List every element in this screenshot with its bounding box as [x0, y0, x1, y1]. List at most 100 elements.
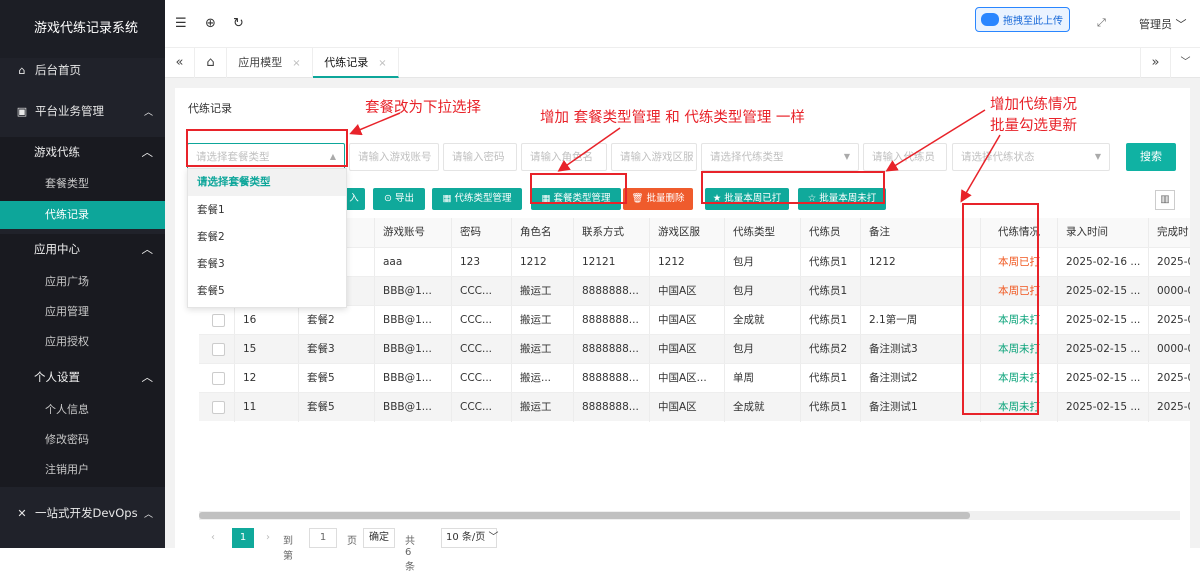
sidebar-item-package-type[interactable]: 套餐类型: [0, 167, 165, 201]
sidebar-item-home[interactable]: ⌂ 后台首页: [0, 57, 165, 83]
annotation-box-batch: [701, 171, 885, 204]
sidebar-item-business[interactable]: ▣ 平台业务管理 ︿: [0, 98, 165, 124]
chevron-up-icon: ︿: [141, 145, 154, 159]
sidebar-item-logout[interactable]: 注销用户: [0, 458, 165, 482]
input-placeholder: 请输入密码: [452, 151, 505, 163]
button-label: 代练类型管理: [454, 193, 512, 204]
tab-label: 代练记录: [324, 56, 369, 69]
checkbox-cell: [199, 364, 235, 393]
page-size-select[interactable]: 10 条/页 ﹀: [441, 528, 498, 548]
batch-delete-button[interactable]: 🗑 批量删除: [623, 188, 693, 210]
table-cell-booster: 代练员1: [801, 306, 861, 335]
role-input[interactable]: 请输入角色名: [521, 143, 607, 171]
refresh-icon[interactable]: ↻: [233, 16, 244, 31]
page-current[interactable]: 1: [232, 528, 254, 548]
grid-icon: ▣: [16, 104, 28, 118]
home-tab-icon[interactable]: ⌂: [195, 48, 227, 78]
upload-dropzone[interactable]: 拖拽至此上传: [975, 7, 1070, 32]
sidebar-item-devops[interactable]: ✕ 一站式开发DevOps ︿: [0, 500, 165, 526]
dropdown-option[interactable]: 套餐1: [188, 197, 346, 224]
sidebar-item-app-auth[interactable]: 应用授权: [0, 330, 165, 354]
annotation-text: 批量勾选更新: [990, 118, 1077, 134]
table-row[interactable]: 12 套餐5 BBB@1... CCC... 搬运... 8888888... 中国A区..…: [199, 363, 1190, 393]
table-cell-account: aaa: [375, 248, 452, 277]
header-cell: 角色名: [512, 218, 574, 247]
table-cell-type: 全成就: [725, 393, 801, 422]
table-row[interactable]: 11 套餐5 BBB@1... CCC... 搬运工 8888888... 中国A区 全成就代…: [199, 392, 1190, 422]
table-cell-pkg: 套餐5: [299, 393, 375, 422]
status-select[interactable]: 请选择代练状态 ▼: [952, 143, 1110, 171]
sidebar-group-app-center[interactable]: 应用中心 ︿: [0, 234, 165, 264]
page-jump-input[interactable]: 1: [309, 528, 337, 548]
package-type-dropdown: 请选择套餐类型 套餐1 套餐2 套餐3 套餐5: [187, 168, 347, 308]
dropdown-option[interactable]: 套餐3: [188, 251, 346, 278]
server-input[interactable]: 请输入游戏区服: [611, 143, 697, 171]
sidebar-item-app-manage[interactable]: 应用管理: [0, 300, 165, 324]
table-cell-account: BBB@1...: [375, 335, 452, 364]
password-input[interactable]: 请输入密码: [443, 143, 517, 171]
sidebar-item-boost-record[interactable]: 代练记录: [0, 201, 165, 229]
horizontal-scrollbar[interactable]: [199, 511, 1180, 520]
table-cell-server: 中国A区: [650, 306, 725, 335]
table-row[interactable]: 15 套餐3 BBB@1... CCC... 搬运工 8888888... 中国A区 包月 代练…: [199, 334, 1190, 364]
admin-menu[interactable]: 管理员 ﹀: [1139, 16, 1187, 32]
menu-toggle-icon[interactable]: ☰: [175, 16, 187, 31]
booster-input[interactable]: 请输入代练员: [863, 143, 947, 171]
scrollbar-thumb[interactable]: [199, 512, 970, 519]
row-checkbox[interactable]: [212, 372, 225, 385]
dropdown-option[interactable]: 请选择套餐类型: [188, 169, 346, 196]
search-button[interactable]: 搜索: [1126, 143, 1176, 171]
export-button[interactable]: ⊙ 导出: [373, 188, 425, 210]
row-checkbox[interactable]: [212, 401, 225, 414]
boost-type-manage-button[interactable]: ▦ 代练类型管理: [432, 188, 522, 210]
sidebar-item-app-square[interactable]: 应用广场: [0, 270, 165, 294]
fullscreen-icon[interactable]: ⤢: [1097, 16, 1106, 30]
admin-label: 管理员: [1139, 18, 1172, 31]
table-cell-role: 1212: [512, 248, 574, 277]
tab-scroll-left-icon[interactable]: «: [165, 48, 195, 78]
table-cell-account: BBB@1...: [375, 393, 452, 422]
table-cell-contact: 8888888...: [574, 393, 650, 422]
tab-boost-record[interactable]: 代练记录 ×: [313, 48, 399, 78]
table-cell-role: 搬运工: [512, 277, 574, 306]
table-cell-done: 2025-0: [1149, 393, 1190, 422]
table-cell-server: 中国A区...: [650, 364, 725, 393]
row-checkbox[interactable]: [212, 343, 225, 356]
close-icon[interactable]: ×: [292, 58, 300, 69]
sidebar-item-label: 平台业务管理: [35, 104, 104, 118]
caret-down-icon: ▼: [1094, 152, 1101, 161]
dropdown-option[interactable]: 套餐5: [188, 278, 346, 305]
table-cell-contact: 12121: [574, 248, 650, 277]
tab-scroll-right-icon[interactable]: »: [1140, 48, 1170, 78]
table-cell-id: 15: [235, 335, 299, 364]
sidebar-item-profile[interactable]: 个人信息: [0, 398, 165, 422]
prev-page-icon[interactable]: ‹: [211, 532, 215, 543]
next-page-icon[interactable]: ›: [266, 532, 270, 543]
annotation-box-status-column: [962, 203, 1039, 415]
record-table: 游戏账号 密码 角色名 联系方式 游戏区服 代练类型 代练员 备注 代练情况 录…: [199, 218, 1190, 518]
column-filter-icon[interactable]: ▥: [1155, 190, 1175, 210]
home-icon: ⌂: [18, 63, 26, 77]
confirm-button[interactable]: 确定: [363, 528, 395, 548]
table-row[interactable]: 16 套餐2 BBB@1... CCC... 搬运工 8888888... 中国A区 全成就代…: [199, 305, 1190, 335]
table-cell-pkg: 套餐5: [299, 364, 375, 393]
row-checkbox[interactable]: [212, 314, 225, 327]
table-cell-id: 11: [235, 393, 299, 422]
dropdown-option[interactable]: 套餐2: [188, 224, 346, 251]
goto-label: 到第: [283, 536, 293, 562]
sidebar-group-personal[interactable]: 个人设置 ︿: [0, 362, 165, 392]
table-cell-type: 全成就: [725, 306, 801, 335]
tab-app-model[interactable]: 应用模型 ×: [227, 48, 313, 78]
sidebar-group-game[interactable]: 游戏代练 ︿: [0, 137, 165, 167]
boost-type-select[interactable]: 请选择代练类型 ▼: [701, 143, 859, 171]
table-cell-role: 搬运工: [512, 335, 574, 364]
table-row[interactable]: BBB@1... CCC... 搬运工 8888888... 中国A区 包月 代练员1 本周已…: [199, 276, 1190, 306]
table-row[interactable]: aaa 123 1212 12121 1212 包月 代练员1 1212 本周已打 2025-02…: [199, 247, 1190, 277]
table-cell-booster: 代练员1: [801, 364, 861, 393]
table-cell-type: 包月: [725, 248, 801, 277]
sidebar-item-change-password[interactable]: 修改密码: [0, 428, 165, 452]
close-icon[interactable]: ×: [378, 58, 386, 69]
tab-menu-icon[interactable]: ﹀: [1170, 48, 1200, 78]
globe-icon[interactable]: ⊕: [205, 16, 216, 31]
game-account-input[interactable]: 请输入游戏账号: [349, 143, 439, 171]
